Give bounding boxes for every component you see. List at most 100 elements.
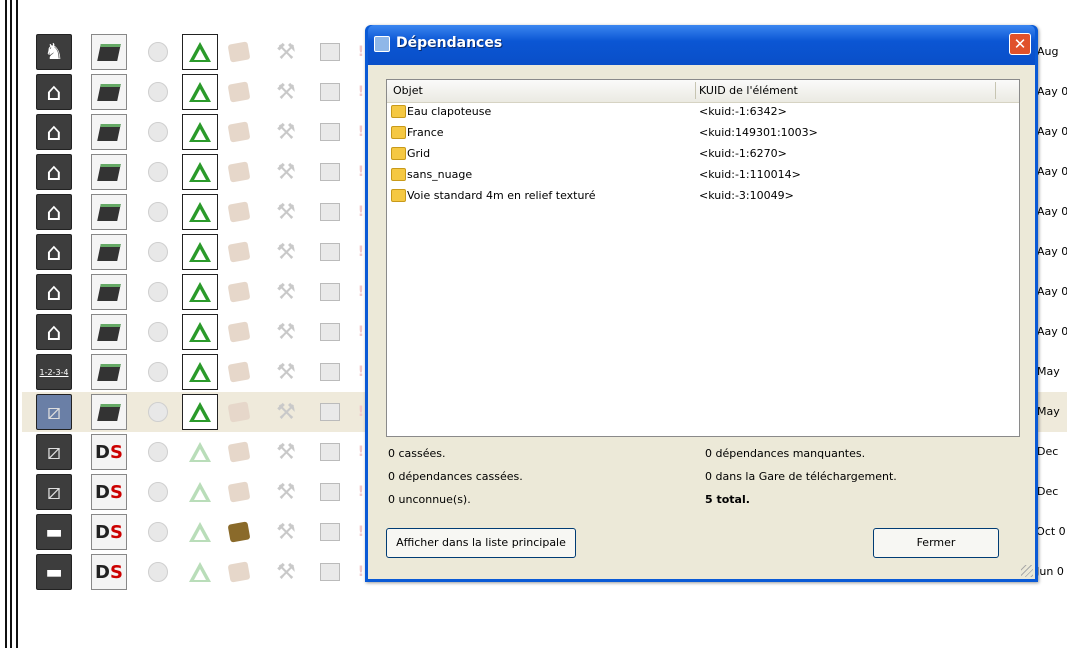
laptop-icon[interactable] (91, 394, 127, 430)
tools-icon[interactable]: ⚒ (268, 514, 304, 550)
package-icon[interactable] (221, 554, 257, 590)
tools-icon[interactable]: ⚒ (268, 234, 304, 270)
window-icon[interactable] (312, 314, 348, 350)
window-icon[interactable] (312, 394, 348, 430)
disc-icon[interactable] (140, 474, 176, 510)
triangle-icon[interactable] (182, 554, 218, 590)
window-icon[interactable] (312, 34, 348, 70)
package-icon[interactable] (221, 34, 257, 70)
ds-icon[interactable]: DS (91, 434, 127, 470)
track-icon[interactable]: ⧄ (36, 474, 72, 510)
package-icon[interactable] (221, 314, 257, 350)
tools-icon[interactable]: ⚒ (268, 474, 304, 510)
ds-icon[interactable]: DS (91, 474, 127, 510)
triangle-icon[interactable] (182, 394, 218, 430)
window-icon[interactable] (312, 514, 348, 550)
disc-icon[interactable] (140, 554, 176, 590)
triangle-icon[interactable] (182, 474, 218, 510)
tools-icon[interactable]: ⚒ (268, 394, 304, 430)
show-in-main-list-button[interactable]: Afficher dans la liste principale (386, 528, 576, 558)
tools-icon[interactable]: ⚒ (268, 314, 304, 350)
close-button[interactable]: Fermer (873, 528, 999, 558)
disc-icon[interactable] (140, 394, 176, 430)
laptop-icon[interactable] (91, 234, 127, 270)
numbers-icon[interactable]: 1-2-3-4 (36, 354, 72, 390)
house-icon[interactable]: ⌂ (36, 154, 72, 190)
tools-icon[interactable]: ⚒ (268, 34, 304, 70)
package-icon[interactable] (221, 514, 257, 550)
dependencies-list[interactable]: Objet KUID de l'élément Eau clapoteuse <k… (386, 79, 1020, 437)
window-icon[interactable] (312, 554, 348, 590)
tools-icon[interactable]: ⚒ (268, 114, 304, 150)
window-icon[interactable] (312, 434, 348, 470)
tools-icon[interactable]: ⚒ (268, 554, 304, 590)
close-icon[interactable]: ✕ (1009, 33, 1031, 55)
column-header-object[interactable]: Objet (393, 84, 423, 97)
window-icon[interactable] (312, 154, 348, 190)
triangle-icon[interactable] (182, 514, 218, 550)
package-icon[interactable] (221, 234, 257, 270)
window-icon[interactable] (312, 194, 348, 230)
laptop-icon[interactable] (91, 114, 127, 150)
package-icon[interactable] (221, 434, 257, 470)
laptop-icon[interactable] (91, 354, 127, 390)
boxcar-icon[interactable]: ▬ (36, 514, 72, 550)
disc-icon[interactable] (140, 314, 176, 350)
triangle-icon[interactable] (182, 234, 218, 270)
boxcar-icon[interactable]: ▬ (36, 554, 72, 590)
package-icon[interactable] (221, 354, 257, 390)
track-icon[interactable]: ⧄ (36, 434, 72, 470)
disc-icon[interactable] (140, 114, 176, 150)
ds-icon[interactable]: DS (91, 554, 127, 590)
dialog-titlebar[interactable]: Dépendances ✕ (368, 25, 1035, 65)
tools-icon[interactable]: ⚒ (268, 154, 304, 190)
list-item[interactable]: France <kuid:149301:1003> (387, 123, 1019, 144)
triangle-icon[interactable] (182, 434, 218, 470)
laptop-icon[interactable] (91, 274, 127, 310)
laptop-icon[interactable] (91, 74, 127, 110)
package-icon[interactable] (221, 74, 257, 110)
window-icon[interactable] (312, 274, 348, 310)
house-icon[interactable]: ⌂ (36, 234, 72, 270)
triangle-icon[interactable] (182, 34, 218, 70)
house-icon[interactable]: ⌂ (36, 314, 72, 350)
package-icon[interactable] (221, 474, 257, 510)
window-icon[interactable] (312, 354, 348, 390)
triangle-icon[interactable] (182, 314, 218, 350)
tools-icon[interactable]: ⚒ (268, 354, 304, 390)
window-icon[interactable] (312, 474, 348, 510)
ds-icon[interactable]: DS (91, 514, 127, 550)
tools-icon[interactable]: ⚒ (268, 434, 304, 470)
laptop-icon[interactable] (91, 154, 127, 190)
disc-icon[interactable] (140, 194, 176, 230)
column-header-kuid[interactable]: KUID de l'élément (699, 84, 798, 97)
triangle-icon[interactable] (182, 354, 218, 390)
tools-icon[interactable]: ⚒ (268, 274, 304, 310)
disc-icon[interactable] (140, 154, 176, 190)
horse-icon[interactable]: ♞ (36, 34, 72, 70)
resize-grip[interactable] (1021, 565, 1033, 577)
package-icon[interactable] (221, 154, 257, 190)
triangle-icon[interactable] (182, 274, 218, 310)
triangle-icon[interactable] (182, 154, 218, 190)
window-icon[interactable] (312, 114, 348, 150)
disc-icon[interactable] (140, 234, 176, 270)
list-item[interactable]: Eau clapoteuse <kuid:-1:6342> (387, 102, 1019, 123)
triangle-icon[interactable] (182, 194, 218, 230)
column-separator[interactable] (695, 82, 696, 99)
package-icon[interactable] (221, 274, 257, 310)
disc-icon[interactable] (140, 354, 176, 390)
disc-icon[interactable] (140, 514, 176, 550)
laptop-icon[interactable] (91, 314, 127, 350)
list-item[interactable]: sans_nuage <kuid:-1:110014> (387, 165, 1019, 186)
tools-icon[interactable]: ⚒ (268, 74, 304, 110)
window-icon[interactable] (312, 74, 348, 110)
package-icon[interactable] (221, 194, 257, 230)
laptop-icon[interactable] (91, 34, 127, 70)
list-item[interactable]: Voie standard 4m en relief texturé <kuid:… (387, 186, 1019, 207)
house-icon[interactable]: ⌂ (36, 274, 72, 310)
laptop-icon[interactable] (91, 194, 127, 230)
disc-icon[interactable] (140, 434, 176, 470)
list-item[interactable]: Grid <kuid:-1:6270> (387, 144, 1019, 165)
triangle-icon[interactable] (182, 114, 218, 150)
